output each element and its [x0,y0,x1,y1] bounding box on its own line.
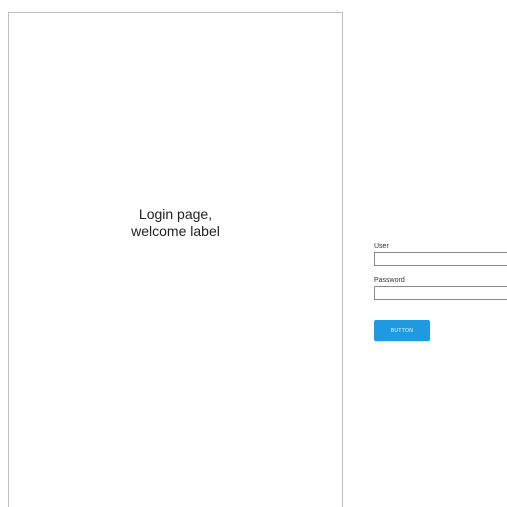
welcome-label-line-2: welcome label [131,223,220,239]
welcome-panel: Login page, welcome label [8,12,343,507]
password-input[interactable] [374,286,507,300]
login-form: User Password BUTTON [374,240,507,341]
welcome-label-line-1: Login page, [138,206,213,222]
user-label: User [374,243,389,250]
welcome-label: Login page, welcome label [9,206,342,240]
user-input[interactable] [374,252,507,266]
password-label: Password [374,277,405,284]
login-page: Login page, welcome label User Password … [0,0,507,507]
login-button[interactable]: BUTTON [374,320,430,341]
